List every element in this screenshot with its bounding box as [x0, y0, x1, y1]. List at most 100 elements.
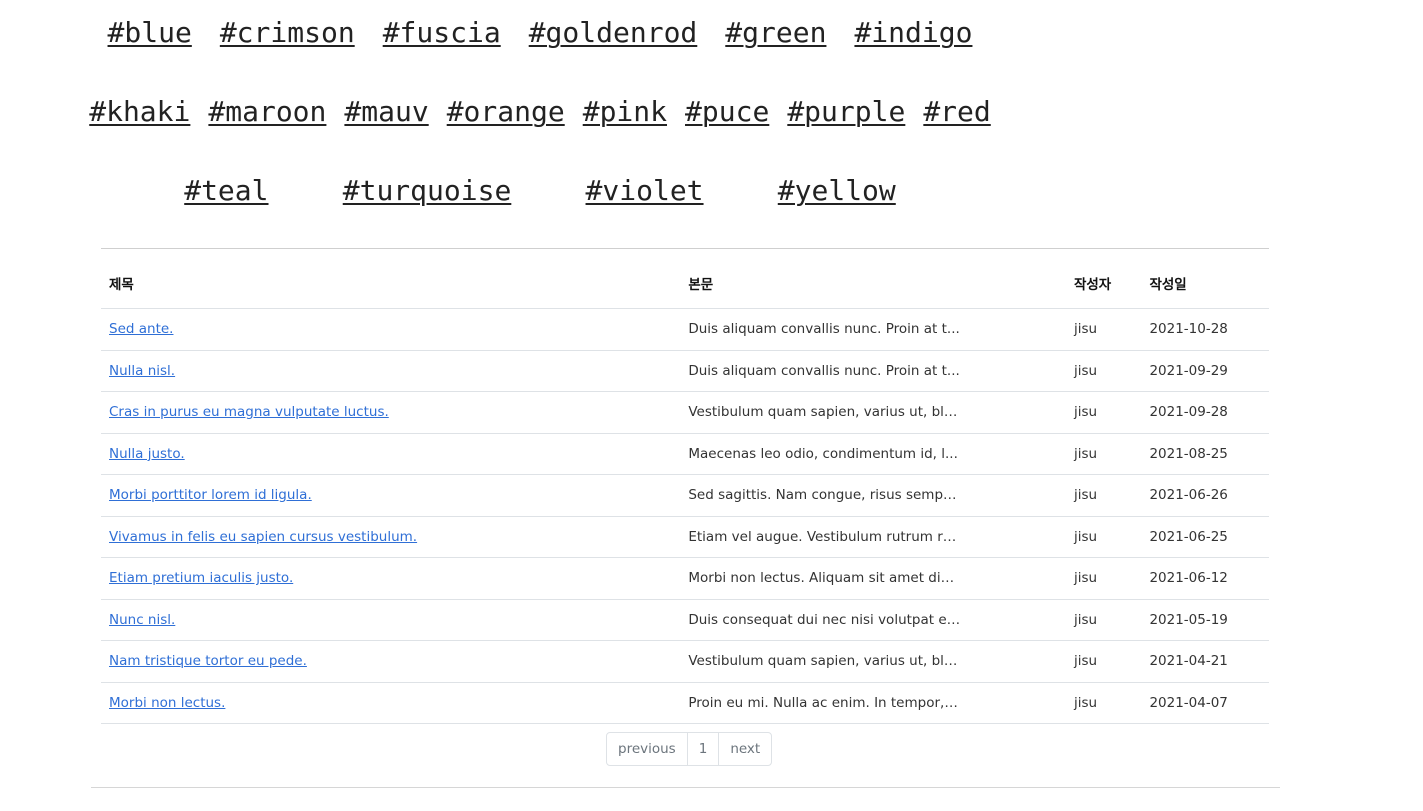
post-title-link[interactable]: Morbi non lectus.	[109, 695, 225, 711]
tag-link[interactable]: #red	[923, 95, 990, 129]
table-row: Morbi non lectus. Proin eu mi. Nulla ac …	[101, 682, 1269, 724]
tag-link[interactable]: #purple	[787, 95, 905, 129]
author-cell: jisu	[1065, 640, 1142, 683]
post-body-preview: Proin eu mi. Nulla ac enim. In tempor, .…	[688, 694, 961, 711]
post-body-preview: Sed sagittis. Nam congue, risus semper..…	[688, 487, 961, 504]
table-row: Cras in purus eu magna vulputate luctus.…	[101, 391, 1269, 434]
table-row: Vivamus in felis eu sapien cursus vestib…	[101, 516, 1269, 558]
title-cell: Nam tristique tortor eu pede.	[101, 640, 681, 683]
body-cell: Vestibulum quam sapien, varius ut, bla..…	[680, 391, 1066, 434]
tag-link[interactable]: #violet	[586, 174, 704, 208]
tag-link[interactable]: #crimson	[220, 16, 355, 50]
title-cell: Nunc nisl.	[101, 599, 681, 641]
author-cell: jisu	[1065, 599, 1142, 641]
post-title-link[interactable]: Morbi porttitor lorem id ligula.	[109, 487, 312, 503]
tag-cloud-row-3: #teal #turquoise #violet #yellow	[110, 174, 970, 208]
author-cell: jisu	[1065, 350, 1142, 392]
next-page-button[interactable]: next	[719, 733, 771, 765]
header-author: 작성자	[1065, 249, 1142, 309]
date-cell: 2021-10-28	[1141, 308, 1269, 351]
date-cell: 2021-09-29	[1141, 350, 1269, 392]
post-title-link[interactable]: Nulla justo.	[109, 446, 185, 462]
tag-link[interactable]: #yellow	[778, 174, 896, 208]
post-title-link[interactable]: Sed ante.	[109, 321, 173, 337]
post-table: 제목 본문 작성자 작성일 Sed ante. Duis aliquam con…	[101, 249, 1269, 724]
date-cell: 2021-06-25	[1141, 516, 1269, 558]
date-cell: 2021-04-21	[1141, 640, 1269, 683]
tag-link[interactable]: #orange	[447, 95, 565, 129]
page-number-button[interactable]: 1	[688, 733, 720, 765]
post-title-link[interactable]: Etiam pretium iaculis justo.	[109, 570, 293, 586]
post-body-preview: Duis consequat dui nec nisi volutpat el.…	[688, 611, 961, 628]
tag-link[interactable]: #khaki	[89, 95, 190, 129]
date-cell: 2021-05-19	[1141, 599, 1269, 641]
table-row: Morbi porttitor lorem id ligula. Sed sag…	[101, 474, 1269, 517]
title-cell: Etiam pretium iaculis justo.	[101, 557, 681, 600]
author-cell: jisu	[1065, 474, 1142, 517]
table-row: Nulla justo. Maecenas leo odio, condimen…	[101, 433, 1269, 475]
date-cell: 2021-08-25	[1141, 433, 1269, 475]
tag-link[interactable]: #puce	[685, 95, 769, 129]
header-row: 제목 본문 작성자 작성일	[101, 249, 1269, 309]
page: #blue #crimson #fuscia #goldenrod #green…	[0, 0, 1423, 811]
post-body-preview: Vestibulum quam sapien, varius ut, bla..…	[688, 404, 961, 421]
date-cell: 2021-04-07	[1141, 682, 1269, 724]
author-cell: jisu	[1065, 682, 1142, 724]
previous-page-button[interactable]: previous	[607, 733, 688, 765]
tag-link[interactable]: #indigo	[854, 16, 972, 50]
author-cell: jisu	[1065, 391, 1142, 434]
tag-link[interactable]: #green	[725, 16, 826, 50]
author-cell: jisu	[1065, 557, 1142, 600]
body-cell: Proin eu mi. Nulla ac enim. In tempor, .…	[680, 682, 1066, 724]
post-body-preview: Morbi non lectus. Aliquam sit amet dia..…	[688, 570, 961, 587]
table-row: Sed ante. Duis aliquam convallis nunc. P…	[101, 308, 1269, 351]
pagination: previous 1 next	[606, 732, 773, 766]
title-cell: Nulla justo.	[101, 433, 681, 475]
tag-cloud-row-1: #blue #crimson #fuscia #goldenrod #green…	[100, 16, 980, 50]
tag-link[interactable]: #goldenrod	[529, 16, 698, 50]
post-body-preview: Etiam vel augue. Vestibulum rutrum rut..…	[688, 528, 961, 545]
table-body: Sed ante. Duis aliquam convallis nunc. P…	[101, 308, 1269, 724]
header-title: 제목	[101, 249, 681, 309]
date-cell: 2021-06-26	[1141, 474, 1269, 517]
body-cell: Duis consequat dui nec nisi volutpat el.…	[680, 599, 1066, 641]
post-title-link[interactable]: Nulla nisl.	[109, 363, 175, 379]
post-body-preview: Duis aliquam convallis nunc. Proin at t.…	[688, 321, 960, 338]
date-cell: 2021-06-12	[1141, 557, 1269, 600]
tag-cloud-row-2: #khaki #maroon #mauv #orange #pink #puce…	[89, 95, 991, 129]
post-body-preview: Maecenas leo odio, condimentum id, l...	[688, 445, 958, 462]
body-cell: Morbi non lectus. Aliquam sit amet dia..…	[680, 557, 1066, 600]
table-row: Etiam pretium iaculis justo. Morbi non l…	[101, 557, 1269, 600]
body-cell: Duis aliquam convallis nunc. Proin at t.…	[680, 308, 1066, 351]
title-cell: Morbi porttitor lorem id ligula.	[101, 474, 681, 517]
tag-link[interactable]: #teal	[184, 174, 268, 208]
title-cell: Vivamus in felis eu sapien cursus vestib…	[101, 516, 681, 558]
title-cell: Cras in purus eu magna vulputate luctus.	[101, 391, 681, 434]
post-title-link[interactable]: Nam tristique tortor eu pede.	[109, 653, 307, 669]
body-cell: Etiam vel augue. Vestibulum rutrum rut..…	[680, 516, 1066, 558]
tag-link[interactable]: #pink	[583, 95, 667, 129]
tag-link[interactable]: #fuscia	[383, 16, 501, 50]
body-cell: Vestibulum quam sapien, varius ut, bla..…	[680, 640, 1066, 683]
header-body: 본문	[680, 249, 1066, 309]
post-title-link[interactable]: Nunc nisl.	[109, 612, 175, 628]
table-row: Nunc nisl. Duis consequat dui nec nisi v…	[101, 599, 1269, 641]
title-cell: Nulla nisl.	[101, 350, 681, 392]
tag-link[interactable]: #mauv	[344, 95, 428, 129]
table-header: 제목 본문 작성자 작성일	[101, 249, 1269, 309]
post-board: 제목 본문 작성자 작성일 Sed ante. Duis aliquam con…	[101, 248, 1269, 724]
body-cell: Maecenas leo odio, condimentum id, l...	[680, 433, 1066, 475]
title-cell: Morbi non lectus.	[101, 682, 681, 724]
header-date: 작성일	[1141, 249, 1269, 309]
author-cell: jisu	[1065, 516, 1142, 558]
tag-link[interactable]: #blue	[108, 16, 192, 50]
body-cell: Sed sagittis. Nam congue, risus semper..…	[680, 474, 1066, 517]
date-cell: 2021-09-28	[1141, 391, 1269, 434]
tag-link[interactable]: #turquoise	[343, 174, 512, 208]
post-title-link[interactable]: Vivamus in felis eu sapien cursus vestib…	[109, 529, 417, 545]
body-cell: Duis aliquam convallis nunc. Proin at t.…	[680, 350, 1066, 392]
post-title-link[interactable]: Cras in purus eu magna vulputate luctus.	[109, 404, 389, 420]
author-cell: jisu	[1065, 308, 1142, 351]
tag-link[interactable]: #maroon	[208, 95, 326, 129]
post-body-preview: Duis aliquam convallis nunc. Proin at t.…	[688, 362, 960, 379]
